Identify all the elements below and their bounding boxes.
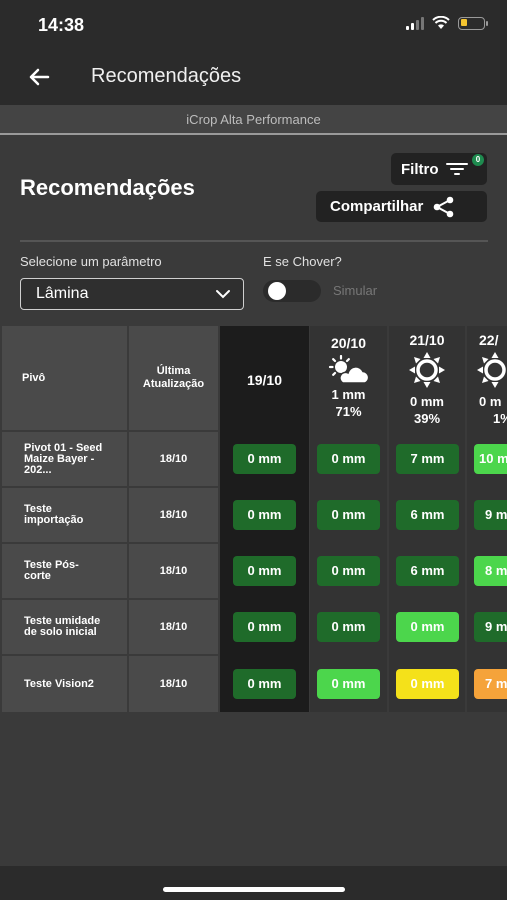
recommendation-cell[interactable]: 0 mm	[233, 444, 296, 474]
recommendation-cell[interactable]: 10 m	[474, 444, 507, 474]
forecast-probability: 39%	[413, 411, 441, 426]
forecast-probability: 71%	[335, 404, 362, 419]
recommendation-cell[interactable]: 0 mm	[396, 669, 459, 699]
wifi-icon	[432, 16, 450, 29]
day-date: 19/10	[246, 372, 283, 388]
app-bar: Recomendações	[0, 50, 507, 105]
recommendation-cell[interactable]: 7 mm	[396, 444, 459, 474]
day-header: 21/10 0 mm 39%	[389, 332, 465, 426]
recommendation-cell[interactable]: 0 mm	[317, 612, 380, 642]
last-update-column-header: Última Atualização	[129, 326, 218, 430]
simulate-label: Simular	[333, 283, 378, 298]
page-title: Recomendações	[20, 175, 195, 200]
sun-icon	[409, 352, 445, 388]
status-time: 14:38	[38, 15, 85, 35]
sun-icon	[477, 352, 506, 388]
recommendation-cell[interactable]: 6 mm	[396, 556, 459, 586]
table-row-updated: 18/10	[129, 656, 218, 712]
app-bar-title: Recomendações	[91, 65, 242, 87]
battery-icon	[458, 16, 488, 30]
recommendation-cell[interactable]: 8 m	[474, 556, 507, 586]
arrow-left-icon[interactable]	[26, 64, 52, 90]
chevron-down-icon	[216, 290, 230, 299]
day-header: 22/ 0 m 1%	[477, 332, 507, 426]
recommendations-table[interactable]: Pivô Última Atualização 19/10 20/10 1 mm…	[0, 326, 507, 712]
filter-icon	[445, 163, 468, 175]
recommendation-cell[interactable]: 7 m	[474, 669, 507, 699]
rain-question-label: E se Chover?	[263, 254, 342, 269]
divider	[20, 240, 488, 242]
pivot-column-header: Pivô	[2, 326, 127, 430]
table-row-updated: 18/10	[129, 544, 218, 598]
recommendation-cell[interactable]: 9 m	[474, 500, 507, 530]
share-button-label: Compartilhar	[330, 198, 424, 215]
recommendation-cell[interactable]: 6 mm	[396, 500, 459, 530]
day-date: 22/	[479, 332, 499, 348]
table-row-updated: 18/10	[129, 488, 218, 542]
day-header: 20/10 1 mm 71%	[310, 335, 387, 419]
bottom-bar	[0, 866, 507, 900]
recommendation-cell[interactable]: 0 mm	[317, 556, 380, 586]
parameter-label: Selecione um parâmetro	[20, 254, 162, 269]
table-row-pivot[interactable]: Teste umidade de solo inicial	[2, 600, 127, 654]
simulate-rain-toggle[interactable]	[263, 280, 321, 302]
forecast-rain: 1 mm	[331, 387, 366, 402]
filter-button[interactable]: Filtro 0	[391, 153, 487, 185]
recommendation-cell[interactable]: 0 mm	[317, 500, 380, 530]
parameter-select[interactable]: Lâmina	[20, 278, 244, 310]
forecast-rain: 0 m	[479, 394, 502, 409]
filter-button-label: Filtro	[401, 160, 439, 178]
day-header: 19/10	[220, 372, 309, 388]
table-row-updated: 18/10	[129, 600, 218, 654]
recommendation-cell[interactable]: 0 mm	[233, 556, 296, 586]
status-bar: 14:38	[0, 0, 507, 50]
recommendation-cell[interactable]: 0 mm	[233, 612, 296, 642]
table-row-pivot[interactable]: Teste Vision2	[2, 656, 127, 712]
table-row-updated: 18/10	[129, 432, 218, 486]
recommendation-cell[interactable]: 0 mm	[396, 612, 459, 642]
recommendation-cell[interactable]: 0 mm	[233, 669, 296, 699]
forecast-probability: 1%	[493, 411, 507, 426]
partly-cloudy-icon	[328, 355, 369, 384]
recommendation-cell[interactable]: 0 mm	[233, 500, 296, 530]
share-icon	[434, 196, 454, 217]
filter-count-badge: 0	[472, 154, 484, 166]
status-icons	[406, 16, 488, 30]
share-button[interactable]: Compartilhar	[316, 191, 487, 222]
table-row-pivot[interactable]: Teste importação	[2, 488, 127, 542]
table-row-pivot[interactable]: Pivot 01 - Seed Maize Bayer - 202...	[2, 432, 127, 486]
sub-header: iCrop Alta Performance	[0, 105, 507, 135]
day-date: 20/10	[330, 335, 367, 351]
day-date: 21/10	[409, 332, 445, 348]
signal-icon	[406, 16, 424, 30]
parameter-selected-value: Lâmina	[36, 285, 89, 302]
forecast-rain: 0 mm	[410, 394, 444, 409]
toggle-knob	[268, 282, 286, 300]
recommendation-cell[interactable]: 0 mm	[317, 669, 380, 699]
table-row-pivot[interactable]: Teste Pós-corte	[2, 544, 127, 598]
home-indicator[interactable]	[163, 887, 345, 892]
recommendation-cell[interactable]: 9 m	[474, 612, 507, 642]
recommendation-cell[interactable]: 0 mm	[317, 444, 380, 474]
